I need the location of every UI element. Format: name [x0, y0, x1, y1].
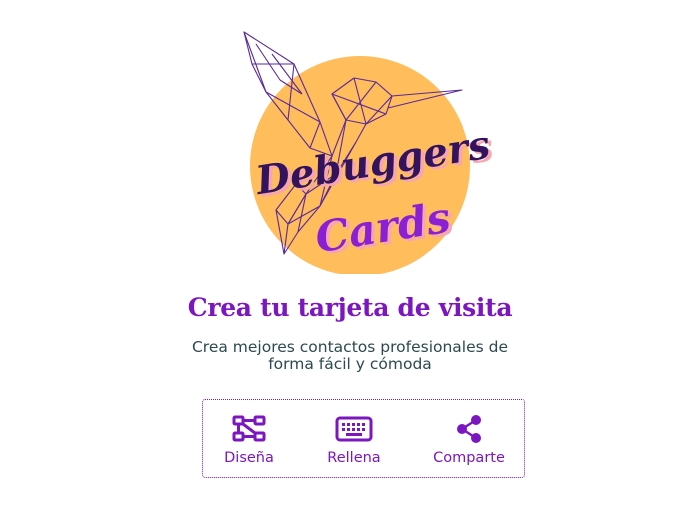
landing-page: Debuggers Debuggers Cards Cards Crea tu … — [0, 0, 700, 511]
feature-fill-label: Rellena — [327, 450, 381, 466]
feature-share-label: Comparte — [433, 450, 505, 466]
subtitle-line-1: Crea mejores contactos profesionales de — [191, 338, 509, 356]
feature-design-label: Diseña — [224, 450, 274, 466]
subtitle-line-2: forma fácil y cómoda — [268, 355, 432, 373]
keyboard-icon — [335, 416, 373, 442]
feature-share-button[interactable]: Comparte — [414, 414, 524, 466]
design-shapes-icon — [232, 415, 266, 442]
page-subtitle: Crea mejores contactos profesionales de … — [0, 339, 700, 373]
share-icon — [457, 415, 481, 443]
feature-fill-button[interactable]: Rellena — [299, 414, 409, 466]
page-title: Crea tu tarjeta de visita — [187, 293, 513, 322]
debuggers-cards-logo: Debuggers Debuggers Cards Cards — [243, 31, 496, 274]
features-box: Diseña Rellena Comparte — [202, 399, 525, 478]
feature-design-button[interactable]: Diseña — [194, 414, 304, 466]
